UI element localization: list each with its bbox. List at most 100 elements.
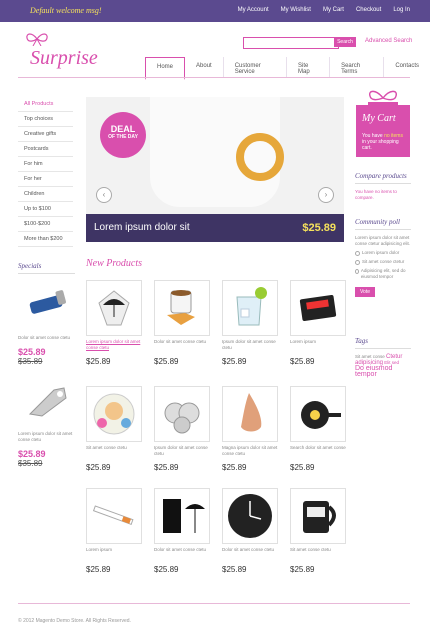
category-item[interactable]: More than $200	[18, 232, 73, 247]
slider-prev-button[interactable]: ‹	[96, 187, 112, 203]
radio-icon[interactable]	[355, 269, 359, 274]
special-name[interactable]: Dolor sit amet conse ctetu	[18, 335, 75, 341]
footer-copyright: © 2012 Magento Demo Store. All Rights Re…	[18, 618, 131, 624]
specials-title: Specials	[18, 262, 75, 274]
poll-option[interactable]: Lorem ipsum dolor	[355, 250, 411, 256]
radio-icon[interactable]	[355, 251, 360, 256]
product-image[interactable]	[290, 386, 346, 442]
product-price: $25.89	[86, 357, 111, 366]
my-account-link[interactable]: My Account	[238, 7, 269, 13]
product-image[interactable]	[154, 488, 210, 544]
poll-question: Lorem ipsum dolor sit amet conse ctetur …	[355, 235, 411, 246]
compare-text: You have no items to compare.	[355, 189, 397, 200]
login-link[interactable]: Log In	[393, 7, 410, 13]
product-card[interactable]: Dolor sit amet conse ctetu $25.89	[154, 488, 210, 574]
product-name[interactable]: Lorem ipsum	[290, 339, 346, 353]
site-logo[interactable]: Surprise	[30, 47, 98, 70]
product-image[interactable]	[86, 280, 142, 336]
search-button[interactable]: Search	[334, 37, 356, 47]
product-image[interactable]	[222, 488, 278, 544]
product-name[interactable]: Search dolor sit amet conse	[290, 445, 346, 459]
product-name[interactable]: Sit amet conse ctetu	[86, 445, 142, 459]
nav-site-map[interactable]: Site Map	[287, 57, 331, 77]
product-price: $25.89	[154, 463, 179, 472]
product-name[interactable]: Ipsum dolor sit amet conse ctetu	[154, 445, 210, 459]
special-name[interactable]: Lorem ipsum dolor sit amet conse ctetu	[18, 431, 75, 443]
product-card[interactable]: Lorem ipsum $25.89	[86, 488, 142, 574]
cart-title: My Cart	[362, 113, 396, 124]
product-image[interactable]	[222, 386, 278, 442]
slider-next-button[interactable]: ›	[318, 187, 334, 203]
product-image[interactable]	[222, 280, 278, 336]
compare-block: Compare products You have no items to co…	[355, 172, 411, 201]
category-item[interactable]: For him	[18, 157, 73, 172]
product-price: $25.89	[222, 463, 247, 472]
product-price: $25.89	[290, 463, 315, 472]
my-cart-box[interactable]: My Cart You have no items in your shoppi…	[356, 105, 410, 157]
flashlight-image[interactable]	[24, 284, 72, 324]
product-name[interactable]: Dolor sit amet conse ctetu	[154, 339, 210, 353]
tag-link[interactable]: tempor	[355, 371, 377, 378]
product-name[interactable]: Dolor sit amet conse ctetu	[154, 547, 210, 561]
product-image[interactable]	[154, 280, 210, 336]
product-price: $25.89	[222, 565, 247, 574]
advanced-search-link[interactable]: Advanced Search	[365, 38, 412, 44]
product-price: $25.89	[154, 565, 179, 574]
bottle-opener-image[interactable]	[24, 380, 72, 420]
product-image[interactable]	[154, 386, 210, 442]
product-card[interactable]: Sit amet conse ctetu $25.89	[86, 386, 142, 472]
tag-link[interactable]: Sit amet conse	[355, 354, 385, 359]
category-item[interactable]: Postcards	[18, 142, 73, 157]
tags-title: Tags	[355, 337, 411, 349]
category-item[interactable]: Top choices	[18, 112, 73, 127]
special-old-price: $35.89	[18, 357, 43, 366]
cart-bow-icon	[368, 90, 398, 106]
footer-divider	[18, 603, 410, 604]
slider-caption[interactable]: Lorem ipsum dolor sit $25.89	[86, 214, 344, 242]
specials-block: Specials Dolor sit amet conse ctetu $25.…	[18, 262, 75, 468]
product-card[interactable]: Lorem ipsum $25.89	[290, 280, 346, 366]
search-input[interactable]	[243, 37, 339, 49]
category-item[interactable]: All Products	[18, 97, 73, 112]
product-name[interactable]: Lorem ipsum dolor sit amet conse ctetu	[86, 339, 142, 353]
my-wishlist-link[interactable]: My Wishlist	[281, 7, 311, 13]
nav-contacts[interactable]: Contacts	[384, 57, 430, 77]
poll-option-label: Sit amet conse ctetur	[362, 259, 405, 264]
category-item[interactable]: For her	[18, 172, 73, 187]
nav-search-terms[interactable]: Search Terms	[330, 57, 385, 77]
product-card[interactable]: Magna ipsum dolor sit amet conse ctetu $…	[222, 386, 278, 472]
poll-option[interactable]: Adipisicing elit, sed do eiusmod tempor	[355, 268, 411, 280]
product-card[interactable]: Sit amet conse ctetu $25.89	[290, 488, 346, 574]
deal-label: DEAL	[110, 124, 136, 134]
category-item[interactable]: Up to $100	[18, 202, 73, 217]
product-name[interactable]: Sit amet conse ctetu	[290, 547, 346, 561]
product-name[interactable]: Lorem ipsum	[86, 547, 142, 561]
vote-button[interactable]: Vote	[355, 287, 376, 297]
checkout-link[interactable]: Checkout	[356, 7, 381, 13]
product-name[interactable]: Ipsum dolor sit amet conse ctetu	[222, 339, 278, 353]
product-card[interactable]: Dolor sit amet conse ctetu $25.89	[154, 280, 210, 366]
cart-text: You have no items in your shopping cart.	[362, 133, 406, 151]
poll-option-label: Lorem ipsum dolor	[362, 250, 400, 255]
slider-title: Lorem ipsum dolor sit	[94, 222, 190, 233]
new-products-title: New Products	[86, 258, 143, 269]
product-card[interactable]: Dolor sit amet conse ctetu $25.89	[222, 488, 278, 574]
nav-about[interactable]: About	[185, 57, 224, 77]
product-name[interactable]: Magna ipsum dolor sit amet conse ctetu	[222, 445, 278, 459]
product-image[interactable]	[290, 488, 346, 544]
product-image[interactable]	[86, 386, 142, 442]
product-card[interactable]: Lorem ipsum dolor sit amet conse ctetu $…	[86, 280, 142, 366]
my-cart-link[interactable]: My Cart	[323, 7, 344, 13]
product-name[interactable]: Dolor sit amet conse ctetu	[222, 547, 278, 561]
nav-customer-service[interactable]: Customer Service	[224, 57, 288, 77]
category-item[interactable]: Children	[18, 187, 73, 202]
product-card[interactable]: Ipsum dolor sit amet conse ctetu $25.89	[222, 280, 278, 366]
radio-icon[interactable]	[355, 260, 360, 265]
category-item[interactable]: $100-$200	[18, 217, 73, 232]
category-item[interactable]: Creative gifts	[18, 127, 73, 142]
product-card[interactable]: Search dolor sit amet conse $25.89	[290, 386, 346, 472]
product-image[interactable]	[290, 280, 346, 336]
product-image[interactable]	[86, 488, 142, 544]
product-card[interactable]: Ipsum dolor sit amet conse ctetu $25.89	[154, 386, 210, 472]
poll-option[interactable]: Sit amet conse ctetur	[355, 259, 411, 265]
